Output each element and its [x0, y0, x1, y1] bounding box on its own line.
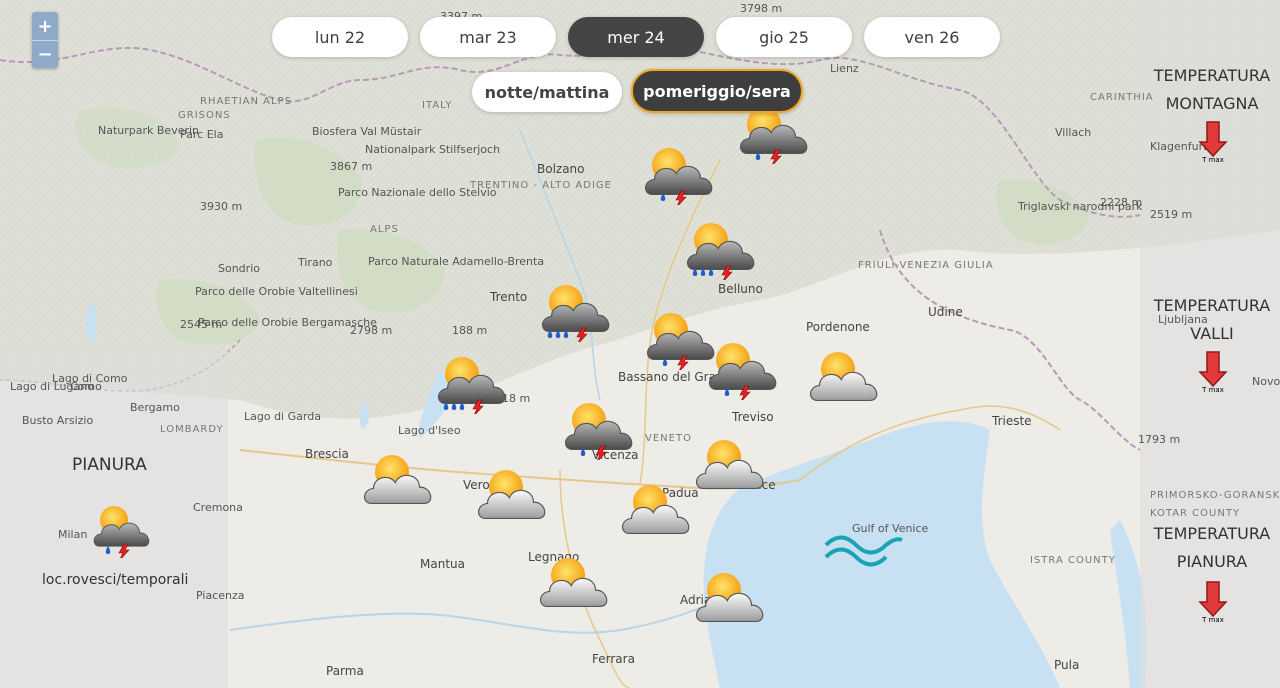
place-label: PRIMORSKO-GORANSKA — [1150, 490, 1280, 501]
place-label: Nationalpark Stilfserjoch — [365, 143, 501, 156]
place-label: Biosfera Val Müstair — [312, 125, 422, 138]
temp-montagna-label-2: MONTAGNA — [1165, 94, 1259, 113]
place-label: Tirano — [298, 256, 333, 269]
place-label: 3798 m — [740, 2, 783, 15]
place-label: Pula — [1054, 658, 1080, 672]
temp-valli-label-2: VALLI — [1190, 324, 1234, 343]
thermometer-down-icon[interactable]: T max — [1198, 120, 1228, 164]
cloud-storm-rain-icon[interactable] — [553, 400, 633, 460]
place-label: Trieste — [992, 414, 1032, 428]
place-label: Treviso — [732, 410, 774, 424]
tab-period-notte[interactable]: notte/mattina — [472, 72, 622, 112]
tmax-label-3: T max — [1201, 616, 1224, 624]
tab-day-2[interactable]: mer 24 — [568, 17, 704, 57]
place-label: 2519 m — [1150, 208, 1193, 221]
place-label: VENETO — [645, 433, 692, 444]
cloud-storm-rain-icon[interactable] — [697, 340, 777, 400]
place-label: FRIULI-VENEZIA GIULIA — [858, 260, 994, 271]
sun-cloud-icon[interactable] — [468, 465, 548, 525]
left-panel-legend: loc.rovesci/temporali — [42, 572, 189, 588]
cloud-storm-rain-icon[interactable] — [728, 104, 808, 164]
place-label: Villach — [1055, 126, 1092, 139]
place-label: 188 m — [452, 324, 488, 337]
place-label: Trento — [490, 290, 528, 304]
left-panel-title: PIANURA — [72, 455, 147, 475]
sun-cloud-icon[interactable] — [686, 435, 766, 495]
zoom-control: + − — [32, 12, 58, 68]
place-label: Piacenza — [196, 589, 245, 602]
place-label: RHAETIAN ALPS — [200, 96, 292, 107]
thermometer-down-icon[interactable]: T max — [1198, 580, 1228, 624]
place-label: Parma — [326, 664, 364, 678]
temp-montagna-title: TEMPERATURA MONTAGNA — [1142, 62, 1280, 118]
sea-waves-icon[interactable] — [824, 520, 904, 580]
place-label: ALPS — [370, 224, 399, 235]
place-label: 2545 m — [180, 318, 223, 331]
place-label: Lago di Garda — [244, 410, 321, 423]
place-label: 3930 m — [200, 200, 243, 213]
place-label: LOMBARDY — [160, 424, 224, 435]
zoom-out-button[interactable]: − — [32, 40, 58, 68]
tab-period-pomeriggio[interactable]: pomeriggio/sera — [631, 69, 803, 113]
place-label: Sondrio — [218, 262, 260, 275]
temp-pianura-title: TEMPERATURA PIANURA — [1142, 520, 1280, 576]
cloud-storm-rain-small-icon[interactable] — [80, 498, 160, 558]
cloud-storm-heavy-rain-icon[interactable] — [675, 220, 755, 280]
place-label: Lago d'Iseo — [398, 424, 461, 437]
place-label: Bergamo — [130, 401, 180, 414]
sun-cloud-icon[interactable] — [354, 450, 434, 510]
place-label: Udine — [928, 305, 963, 319]
place-label: Parc Ela — [180, 128, 224, 141]
place-label: Belluno — [718, 282, 763, 296]
place-label: Pordenone — [806, 320, 870, 334]
sun-cloud-icon[interactable] — [612, 480, 692, 540]
zoom-in-button[interactable]: + — [32, 12, 58, 40]
temp-pianura-label-2: PIANURA — [1176, 552, 1248, 571]
place-label: Busto Arsizio — [22, 414, 94, 427]
place-label: Parco Nazionale dello Stelvio — [338, 186, 497, 199]
place-label: Lienz — [830, 62, 859, 75]
place-label: 2228 m — [1100, 196, 1143, 209]
place-label: Ferrara — [592, 652, 635, 666]
place-label: 3867 m — [330, 160, 373, 173]
thermometer-down-icon[interactable]: T max — [1198, 350, 1228, 394]
cloud-storm-heavy-rain-icon[interactable] — [530, 282, 610, 342]
temp-valli-label-1: TEMPERATURA — [1153, 296, 1271, 315]
tab-day-1[interactable]: mar 23 — [420, 17, 556, 57]
temp-valli-title: TEMPERATURA VALLI — [1142, 292, 1280, 348]
sun-cloud-icon[interactable] — [530, 553, 610, 613]
place-label: 2798 m — [350, 324, 393, 337]
place-label: Parco Naturale Adamello-Brenta — [368, 255, 545, 268]
cloud-storm-rain-icon[interactable] — [633, 145, 713, 205]
place-label: GRISONS — [178, 110, 231, 121]
sun-cloud-icon[interactable] — [800, 347, 880, 407]
place-label: Cremona — [193, 501, 243, 514]
place-label: ITALY — [422, 100, 453, 111]
place-label: ISTRA COUNTY — [1030, 555, 1116, 566]
place-label: Mantua — [420, 557, 465, 571]
place-label: Brescia — [305, 447, 349, 461]
cloud-storm-heavy-rain-icon[interactable] — [426, 354, 506, 414]
temp-montagna-label-1: TEMPERATURA — [1153, 66, 1271, 85]
place-label: KOTAR COUNTY — [1150, 508, 1241, 519]
tmax-label-2: T max — [1201, 386, 1224, 394]
tab-day-3[interactable]: gio 25 — [716, 17, 852, 57]
sun-cloud-icon[interactable] — [686, 568, 766, 628]
tmax-label-1: T max — [1201, 156, 1224, 164]
tab-day-4[interactable]: ven 26 — [864, 17, 1000, 57]
temp-pianura-label-1: TEMPERATURA — [1153, 524, 1271, 543]
place-label: 1793 m — [1138, 433, 1181, 446]
place-label: Parco delle Orobie Valtellinesi — [195, 285, 358, 298]
place-label: Lago di Como — [52, 372, 128, 385]
place-label: Novo — [1252, 375, 1280, 388]
place-label: Bolzano — [537, 162, 585, 176]
tab-day-0[interactable]: lun 22 — [272, 17, 408, 57]
